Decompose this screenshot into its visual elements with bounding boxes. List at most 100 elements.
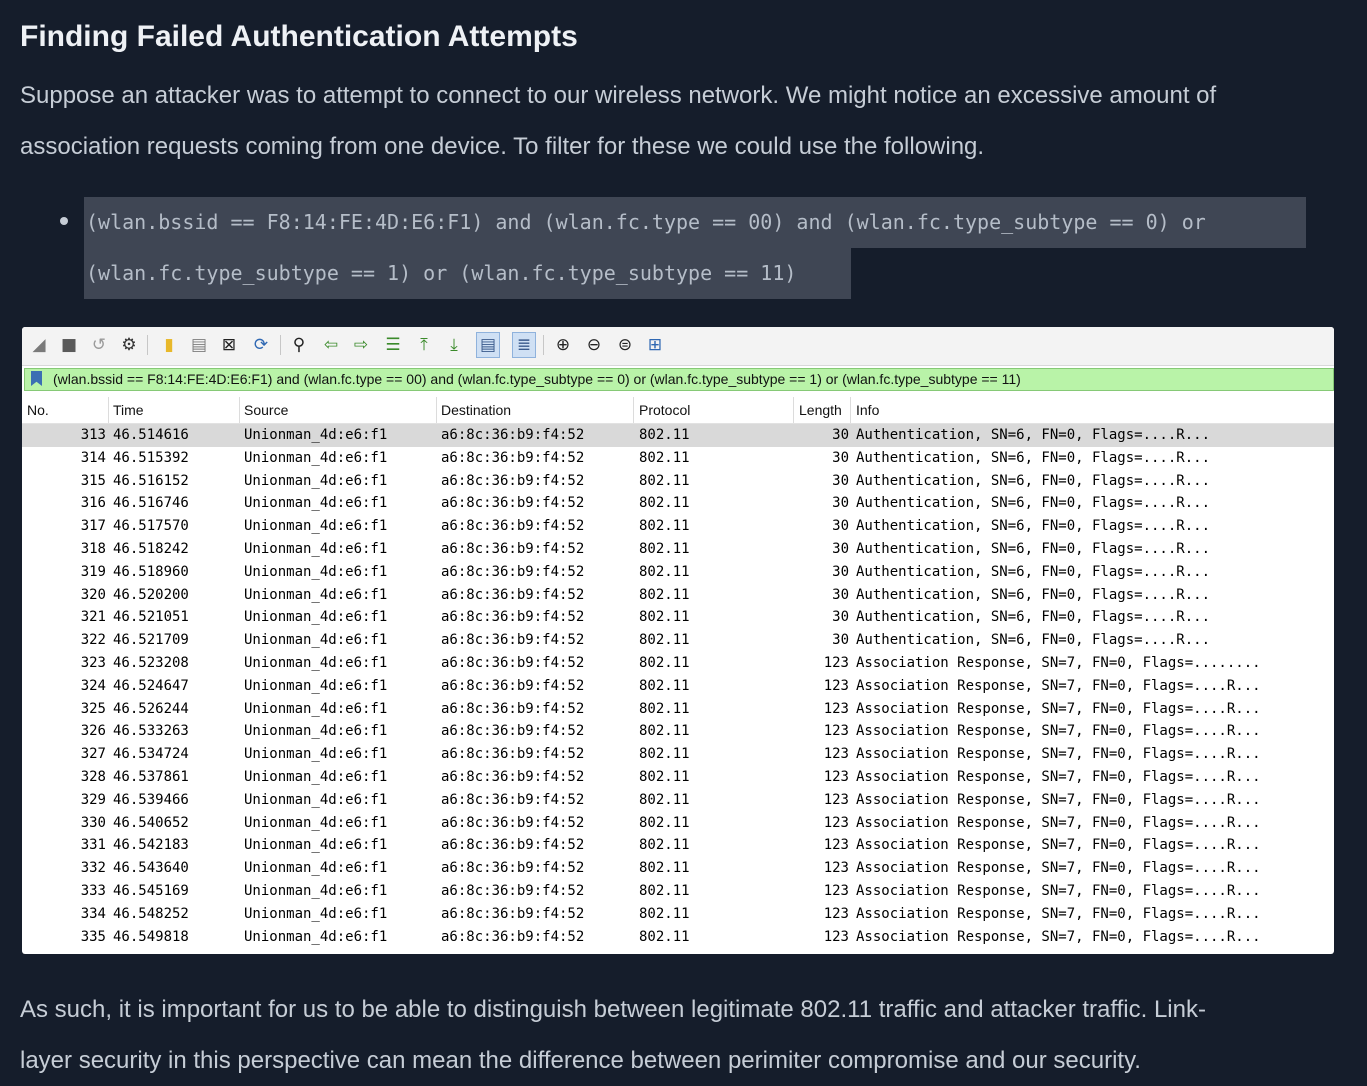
table-row[interactable]: 324 46.524647 Unionman_4d:e6:f1 a6:8c:36:b9… <box>22 675 1334 698</box>
go-forward-icon[interactable]: ⇨ <box>350 334 372 356</box>
column-header-protocol[interactable]: Protocol <box>639 397 690 423</box>
cell-source: Unionman_4d:e6:f1 <box>244 723 388 740</box>
table-row[interactable]: 333 46.545169 Unionman_4d:e6:f1 a6:8c:36:b9… <box>22 880 1334 903</box>
column-divider[interactable] <box>108 397 109 423</box>
column-divider[interactable] <box>633 397 634 423</box>
table-row[interactable]: 322 46.521709 Unionman_4d:e6:f1 a6:8c:36:b9… <box>22 629 1334 652</box>
intro-line-1: Suppose an attacker was to attempt to co… <box>20 82 1217 109</box>
table-row[interactable]: 332 46.543640 Unionman_4d:e6:f1 a6:8c:36:b9… <box>22 857 1334 880</box>
column-header-length[interactable]: Length <box>799 397 842 423</box>
table-row[interactable]: 331 46.542183 Unionman_4d:e6:f1 a6:8c:36:b9… <box>22 834 1334 857</box>
cell-info: Association Response, SN=7, FN=0, Flags=… <box>856 768 1261 785</box>
filter-code-line-1: (wlan.bssid == F8:14:FE:4D:E6:F1) and (w… <box>84 197 1306 248</box>
cell-source: Unionman_4d:e6:f1 <box>244 746 388 763</box>
cell-length: 123 <box>823 723 849 740</box>
column-divider[interactable] <box>239 397 240 423</box>
column-divider[interactable] <box>436 397 437 423</box>
table-row[interactable]: 326 46.533263 Unionman_4d:e6:f1 a6:8c:36:b9… <box>22 720 1334 743</box>
table-row[interactable]: 328 46.537861 Unionman_4d:e6:f1 a6:8c:36:b9… <box>22 766 1334 789</box>
reload-icon[interactable]: ⟳ <box>250 334 272 356</box>
table-row[interactable]: 327 46.534724 Unionman_4d:e6:f1 a6:8c:36:b9… <box>22 743 1334 766</box>
close-file-icon[interactable]: ⊠ <box>218 334 240 356</box>
table-row[interactable]: 316 46.516746 Unionman_4d:e6:f1 a6:8c:36:b9… <box>22 492 1334 515</box>
options-gear-icon[interactable]: ⚙ <box>118 334 140 356</box>
resize-columns-icon[interactable]: ⊞ <box>644 334 666 356</box>
colorize-icon[interactable]: ≣ <box>512 332 536 358</box>
table-row[interactable]: 334 46.548252 Unionman_4d:e6:f1 a6:8c:36:b9… <box>22 903 1334 926</box>
cell-no: 316 <box>80 495 106 512</box>
column-header-no[interactable]: No. <box>27 397 49 423</box>
table-row[interactable]: 329 46.539466 Unionman_4d:e6:f1 a6:8c:36:b9… <box>22 789 1334 812</box>
cell-info: Authentication, SN=6, FN=0, Flags=....R.… <box>856 563 1211 580</box>
zoom-out-icon[interactable]: ⊖ <box>583 334 605 356</box>
table-row[interactable]: 323 46.523208 Unionman_4d:e6:f1 a6:8c:36:b9… <box>22 652 1334 675</box>
table-row[interactable]: 317 46.517570 Unionman_4d:e6:f1 a6:8c:36:b9… <box>22 515 1334 538</box>
zoom-in-icon[interactable]: ⊕ <box>552 334 574 356</box>
cell-source: Unionman_4d:e6:f1 <box>244 700 388 717</box>
cell-destination: a6:8c:36:b9:f4:52 <box>441 791 585 808</box>
display-filter-bar[interactable]: (wlan.bssid == F8:14:FE:4D:E6:F1) and (w… <box>24 368 1334 391</box>
stop-icon[interactable]: ■ <box>58 334 80 356</box>
table-row[interactable]: 315 46.516152 Unionman_4d:e6:f1 a6:8c:36:b9… <box>22 470 1334 493</box>
cell-protocol: 802.11 <box>639 495 690 512</box>
column-divider[interactable] <box>793 397 794 423</box>
list-bullet <box>60 217 68 225</box>
display-filter-input[interactable]: (wlan.bssid == F8:14:FE:4D:E6:F1) and (w… <box>53 369 1021 390</box>
cell-no: 332 <box>80 860 106 877</box>
cell-destination: a6:8c:36:b9:f4:52 <box>441 928 585 945</box>
toolbar-separator <box>280 335 281 355</box>
cell-protocol: 802.11 <box>639 540 690 557</box>
cell-info: Authentication, SN=6, FN=0, Flags=....R.… <box>856 427 1211 443</box>
column-header-source[interactable]: Source <box>244 397 288 423</box>
table-row[interactable]: 319 46.518960 Unionman_4d:e6:f1 a6:8c:36:b9… <box>22 561 1334 584</box>
cell-no: 333 <box>80 882 106 899</box>
cell-source: Unionman_4d:e6:f1 <box>244 540 388 557</box>
cell-no: 326 <box>80 723 106 740</box>
restart-icon[interactable]: ↺ <box>88 334 110 356</box>
column-divider[interactable] <box>850 397 851 423</box>
table-row[interactable]: 320 46.520200 Unionman_4d:e6:f1 a6:8c:36:b9… <box>22 584 1334 607</box>
go-back-icon[interactable]: ⇦ <box>320 334 342 356</box>
table-row[interactable]: 330 46.540652 Unionman_4d:e6:f1 a6:8c:36:b9… <box>22 812 1334 835</box>
save-file-icon[interactable]: ▤ <box>188 334 210 356</box>
bookmark-icon[interactable] <box>31 371 42 386</box>
cell-length: 30 <box>832 518 849 535</box>
cell-protocol: 802.11 <box>639 609 690 626</box>
cell-protocol: 802.11 <box>639 677 690 694</box>
find-icon[interactable]: ⚲ <box>288 334 310 356</box>
cell-time: 46.523208 <box>113 654 189 671</box>
toolbar-separator <box>147 335 148 355</box>
cell-destination: a6:8c:36:b9:f4:52 <box>441 860 585 877</box>
cell-info: Association Response, SN=7, FN=0, Flags=… <box>856 746 1261 763</box>
cell-source: Unionman_4d:e6:f1 <box>244 563 388 580</box>
go-to-packet-icon[interactable]: ☰ <box>382 334 404 356</box>
table-row[interactable]: 321 46.521051 Unionman_4d:e6:f1 a6:8c:36:b9… <box>22 606 1334 629</box>
cell-length: 30 <box>832 449 849 466</box>
table-row[interactable]: 325 46.526244 Unionman_4d:e6:f1 a6:8c:36:b9… <box>22 698 1334 721</box>
table-row[interactable]: 313 46.514616 Unionman_4d:e6:f1 a6:8c:36:b9… <box>22 424 1334 447</box>
normal-size-icon[interactable]: ⊜ <box>614 334 636 356</box>
cell-length: 123 <box>823 860 849 877</box>
shark-fin-icon[interactable]: ◢ <box>28 334 50 356</box>
cell-source: Unionman_4d:e6:f1 <box>244 609 388 626</box>
last-packet-icon[interactable]: ⤓ <box>443 334 465 356</box>
column-header-info[interactable]: Info <box>856 397 879 423</box>
cell-source: Unionman_4d:e6:f1 <box>244 791 388 808</box>
cell-length: 123 <box>823 654 849 671</box>
column-header-destination[interactable]: Destination <box>441 397 511 423</box>
first-packet-icon[interactable]: ⤒ <box>413 334 435 356</box>
cell-time: 46.514616 <box>113 427 189 443</box>
autoscroll-icon[interactable]: ▤ <box>476 332 500 358</box>
table-row[interactable]: 314 46.515392 Unionman_4d:e6:f1 a6:8c:36:b9… <box>22 447 1334 470</box>
cell-length: 123 <box>823 746 849 763</box>
cell-time: 46.542183 <box>113 837 189 854</box>
cell-protocol: 802.11 <box>639 791 690 808</box>
cell-length: 30 <box>832 427 849 443</box>
table-row[interactable]: 318 46.518242 Unionman_4d:e6:f1 a6:8c:36:b9… <box>22 538 1334 561</box>
table-row[interactable]: 335 46.549818 Unionman_4d:e6:f1 a6:8c:36:b9… <box>22 926 1334 949</box>
column-header-time[interactable]: Time <box>113 397 144 423</box>
cell-destination: a6:8c:36:b9:f4:52 <box>441 746 585 763</box>
cell-destination: a6:8c:36:b9:f4:52 <box>441 472 585 489</box>
cell-destination: a6:8c:36:b9:f4:52 <box>441 677 585 694</box>
open-folder-icon[interactable]: ▮ <box>158 334 180 356</box>
